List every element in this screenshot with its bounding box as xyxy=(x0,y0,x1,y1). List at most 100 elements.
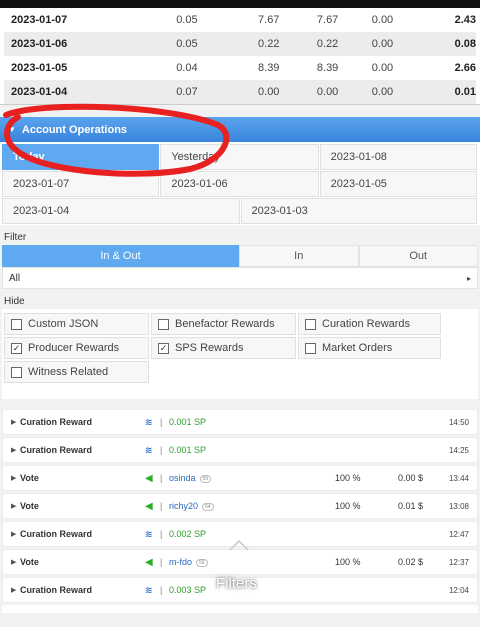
operation-type: Curation Reward xyxy=(20,445,93,455)
cell: 0.00 xyxy=(371,38,394,50)
separator: | xyxy=(160,557,163,567)
cell: 8.39 xyxy=(258,62,280,74)
section-title: Account Operations xyxy=(21,123,128,136)
checkbox-box xyxy=(11,366,22,378)
checkmark-icon: ✓ xyxy=(11,342,22,354)
row-date: 2023-01-05 xyxy=(11,62,68,74)
cell: 0.00 xyxy=(371,86,394,98)
checkbox-label: Producer Rewards xyxy=(28,342,120,354)
row-date: 2023-01-06 xyxy=(11,38,68,50)
hide-custom-json-checkbox[interactable]: Custom JSON xyxy=(4,313,149,335)
hide-producer-rewards-checkbox[interactable]: ✓ Producer Rewards xyxy=(4,337,149,359)
cell: 0.00 xyxy=(316,86,339,98)
operation-time: 13:44 xyxy=(448,473,469,483)
period-yesterday-button[interactable]: Yesterday xyxy=(160,144,319,170)
separator: | xyxy=(160,473,163,483)
reputation-badge: 64 xyxy=(202,502,214,511)
vote-value: 0.01 $ xyxy=(398,501,424,511)
filter-in-tab[interactable]: In xyxy=(239,245,359,267)
cell: 8.39 xyxy=(316,62,339,74)
voter-link[interactable]: m-fdo 59 xyxy=(169,557,208,567)
period-2023-01-07-button[interactable]: 2023-01-07 xyxy=(2,171,160,197)
vote-percent: 100 % xyxy=(335,557,361,567)
cell-total: 0.01 xyxy=(454,86,477,98)
checkbox-label: Market Orders xyxy=(322,342,393,354)
voter-link[interactable]: richy20 64 xyxy=(169,501,214,511)
steem-logo-icon: ≋ xyxy=(145,416,152,427)
filter-label: Filter xyxy=(4,232,27,243)
earnings-summary-table: 2023-01-07 0.05 7.67 7.67 0.00 2.43 2023… xyxy=(0,8,480,105)
top-bar xyxy=(0,0,480,8)
cell-total: 2.43 xyxy=(454,14,477,26)
vote-percent: 100 % xyxy=(335,473,361,483)
hide-sps-rewards-checkbox[interactable]: ✓ SPS Rewards xyxy=(151,337,296,359)
steem-logo-icon: ≋ xyxy=(145,444,152,455)
caret-right-icon: ▶ xyxy=(11,419,17,426)
cell: 0.05 xyxy=(176,38,198,50)
row-date: 2023-01-04 xyxy=(11,86,68,98)
separator: | xyxy=(160,529,163,539)
vote-percent: 100 % xyxy=(335,501,361,511)
hide-benefactor-rewards-checkbox[interactable]: Benefactor Rewards xyxy=(151,313,296,335)
filters-floating-button[interactable]: Filters xyxy=(216,575,257,592)
operation-value: 0.001 SP xyxy=(169,445,207,455)
account-operations-header[interactable]: ▼ Account Operations xyxy=(0,117,480,142)
period-2023-01-06-button[interactable]: 2023-01-06 xyxy=(160,171,319,197)
hide-options: Custom JSON Benefactor Rewards Curation … xyxy=(2,309,478,399)
period-2023-01-03-button[interactable]: 2023-01-03 xyxy=(240,198,477,224)
checkbox-label: Curation Rewards xyxy=(322,318,411,330)
voter-link[interactable]: osinda 59 xyxy=(169,473,212,483)
checkbox-box xyxy=(305,342,316,354)
cell: 0.00 xyxy=(258,86,280,98)
caret-right-icon: ▶ xyxy=(11,475,17,482)
operation-row[interactable]: ▶ Curation Reward ≋ | 0.001 SP 14:25 xyxy=(2,437,478,463)
username: osinda xyxy=(169,473,196,483)
operation-row[interactable]: ▶ Vote ◀ | richy20 64 100 % 0.01 $ 13:08 xyxy=(2,493,478,519)
collapse-triangle-icon: ▼ xyxy=(8,125,16,134)
operation-row[interactable]: ▶ Vote ◀ | m-fdo 59 100 % 0.02 $ 12:37 xyxy=(2,549,478,575)
operation-time: 12:37 xyxy=(448,557,469,567)
checkbox-box xyxy=(11,318,22,330)
cell: 0.05 xyxy=(176,14,198,26)
operation-time: 12:04 xyxy=(448,585,469,595)
caret-right-icon: ▶ xyxy=(11,531,17,538)
period-2023-01-04-button[interactable]: 2023-01-04 xyxy=(2,198,240,224)
operation-time: 14:25 xyxy=(448,445,469,455)
filter-in-out-tab[interactable]: In & Out xyxy=(2,245,239,267)
checkbox-label: Witness Related xyxy=(28,366,109,378)
direction-filter: In & Out In Out xyxy=(2,245,478,267)
hide-market-orders-checkbox[interactable]: Market Orders xyxy=(298,337,441,359)
period-2023-01-05-button[interactable]: 2023-01-05 xyxy=(319,171,477,197)
vote-value: 0.02 $ xyxy=(398,557,424,567)
caret-right-icon: ▶ xyxy=(11,503,17,510)
operation-value: 0.002 SP xyxy=(169,529,207,539)
checkbox-box xyxy=(158,318,169,330)
hide-label: Hide xyxy=(4,296,25,307)
steem-logo-icon: ≋ xyxy=(145,584,152,595)
hide-curation-rewards-checkbox[interactable]: Curation Rewards xyxy=(298,313,441,335)
operation-type: Curation Reward xyxy=(20,585,93,595)
separator: | xyxy=(160,585,163,595)
hide-witness-related-checkbox[interactable]: Witness Related xyxy=(4,361,149,383)
period-selector: Today Yesterday 2023-01-08 2023-01-07 20… xyxy=(0,142,480,225)
checkbox-box xyxy=(305,318,316,330)
row-date: 2023-01-07 xyxy=(11,14,68,26)
steem-logo-icon: ≋ xyxy=(145,528,152,539)
operation-time: 12:47 xyxy=(448,529,469,539)
operation-row[interactable]: ▶ Curation Reward ≋ | 0.001 SP 14:50 xyxy=(2,409,478,435)
operation-value: 0.001 SP xyxy=(169,417,207,427)
operation-type-select[interactable]: All ▸ xyxy=(2,267,478,289)
operation-time: 14:50 xyxy=(448,417,469,427)
username: m-fdo xyxy=(169,557,193,567)
period-2023-01-08-button[interactable]: 2023-01-08 xyxy=(319,144,477,170)
period-today-button[interactable]: Today xyxy=(2,144,160,170)
cell: 7.67 xyxy=(316,14,339,26)
operation-row[interactable]: ▶ Vote ◀ | osinda 59 100 % 0.00 $ 13:44 xyxy=(2,465,478,491)
filter-out-tab[interactable]: Out xyxy=(358,245,478,267)
operation-type: Vote xyxy=(20,501,39,511)
table-row: 2023-01-05 0.04 8.39 8.39 0.00 2.66 xyxy=(4,56,476,80)
cell: 7.67 xyxy=(258,14,280,26)
operation-time: 13:08 xyxy=(448,501,469,511)
checkbox-label: SPS Rewards xyxy=(175,342,244,354)
chevron-up-icon[interactable] xyxy=(228,538,250,552)
